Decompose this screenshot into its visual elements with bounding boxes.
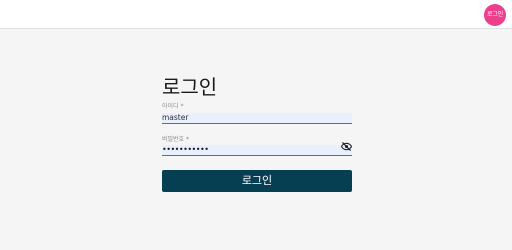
eye-off-icon <box>341 142 352 151</box>
password-input[interactable]: ••••••••••• <box>162 145 352 156</box>
toggle-password-visibility-button[interactable] <box>340 141 353 152</box>
login-avatar-button[interactable]: 로그인 <box>484 4 506 26</box>
password-field-label: 비밀번호 * <box>162 136 189 143</box>
id-input[interactable]: master <box>162 113 352 124</box>
login-submit-button[interactable]: 로그인 <box>162 170 352 192</box>
id-input-value: master <box>162 113 189 122</box>
top-app-bar: 로그인 <box>0 0 512 29</box>
page-title: 로그인 <box>162 75 218 99</box>
id-field-label: 아이디 * <box>162 103 184 110</box>
password-input-value: ••••••••••• <box>162 145 209 154</box>
